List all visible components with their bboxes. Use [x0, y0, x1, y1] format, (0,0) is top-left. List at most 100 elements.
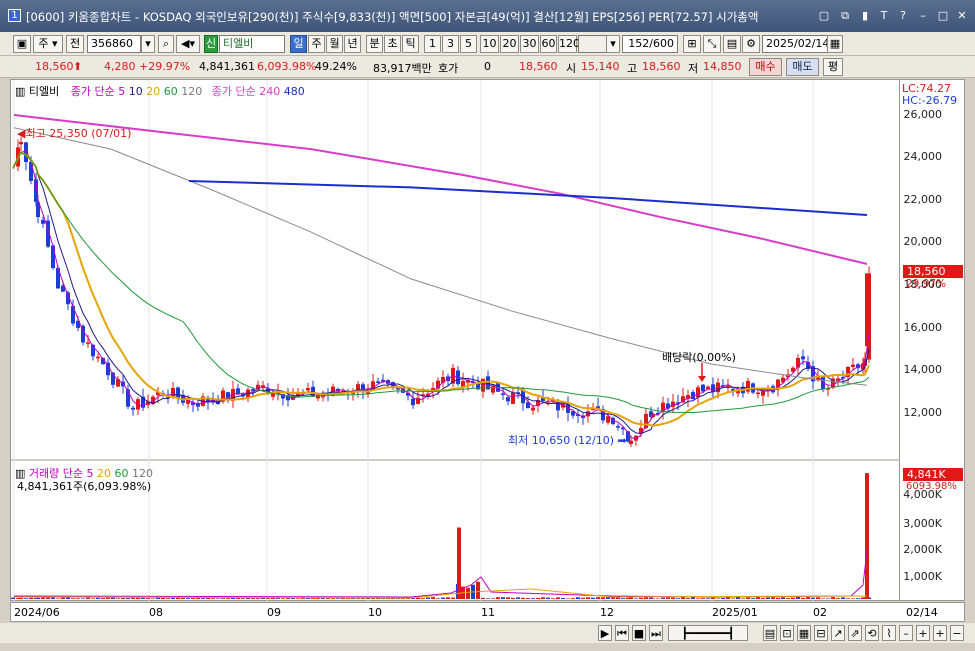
reset-view-icon[interactable]: ⟲ — [865, 625, 879, 641]
volume-bar — [481, 597, 485, 599]
tab-week[interactable]: 주 — [308, 35, 325, 53]
restore-icon[interactable]: ▢ — [817, 9, 831, 23]
stock-name-field: 티엘비 — [219, 35, 285, 53]
candle-body — [756, 392, 760, 395]
volume-bar — [611, 597, 615, 599]
volume-bar — [856, 598, 860, 599]
search-icon[interactable]: ⌕ — [158, 35, 174, 53]
volume-bar — [121, 598, 125, 599]
stock-name-legend: 티엘비 — [28, 85, 60, 98]
layout-icon[interactable]: ▣ — [13, 35, 31, 53]
view-mode-2-icon[interactable]: ⊡ — [780, 625, 794, 641]
candle-body — [236, 388, 240, 394]
pattern-icon[interactable]: ⌇ — [882, 625, 896, 641]
compare-icon[interactable]: ⇗ — [848, 625, 862, 641]
volume-bar — [226, 598, 230, 599]
price-axis[interactable]: LC:74.27 HC:-26.79 26,000 24,000 22,000 20,… — [900, 79, 965, 601]
volume-bar — [581, 597, 585, 599]
volume-bar — [526, 598, 530, 599]
interval-dropdown-icon[interactable]: ▾ — [606, 35, 620, 53]
tab-day[interactable]: 일 — [290, 35, 307, 53]
volume-bar — [816, 597, 820, 599]
ma60-line — [12, 151, 870, 414]
volume-bar — [466, 587, 470, 599]
minimize-icon[interactable]: – — [916, 9, 930, 23]
zoom-tool-icon[interactable]: ⊞ — [683, 35, 701, 53]
chart-settings-icon[interactable]: ▥ — [15, 85, 25, 98]
scroll-last-icon[interactable]: ⏭ — [649, 625, 663, 641]
zoom-out-icon[interactable]: – — [899, 625, 913, 641]
code-dropdown-icon[interactable]: ▾ — [141, 35, 155, 53]
scroll-slider[interactable]: ┣━━━━━━┫ — [668, 625, 748, 641]
close-icon[interactable]: ✕ — [955, 9, 969, 23]
view-mode-1-icon[interactable]: ▤ — [763, 625, 777, 641]
interval-button-10[interactable]: 10 — [480, 35, 499, 53]
interval-button-20[interactable]: 20 — [500, 35, 519, 53]
zoom-out-minus-icon[interactable]: − — [950, 625, 964, 641]
scroll-right-icon[interactable]: ▶ — [598, 625, 612, 641]
date-tick: 09 — [267, 606, 281, 619]
volume-bar — [436, 598, 440, 599]
settings-gear-icon[interactable]: ⚙ — [742, 35, 760, 53]
candle-body — [96, 356, 100, 359]
date-axis: 2024/06 08 09 10 11 12 2025/01 02 02/14 — [10, 602, 965, 622]
interval-button-1[interactable]: 1 — [424, 35, 441, 53]
interval-button-3[interactable]: 3 — [442, 35, 459, 53]
interval-button-120[interactable]: 120 — [558, 35, 580, 53]
help-icon[interactable]: ? — [896, 9, 910, 23]
candle-body — [19, 142, 23, 145]
maximize-icon[interactable]: □ — [936, 9, 950, 23]
sound-icon[interactable]: ◀▾ — [176, 35, 200, 53]
flat-button[interactable]: 평 — [823, 58, 843, 76]
interval-button-30[interactable]: 30 — [520, 35, 539, 53]
volume-bar — [381, 598, 385, 599]
candle-body — [86, 342, 90, 344]
sell-button[interactable]: 매도 — [786, 58, 819, 76]
draw-tool-icon[interactable]: ⤡ — [703, 35, 721, 53]
price-tick: 26,000 — [903, 108, 943, 121]
tab-tick[interactable]: 틱 — [402, 35, 419, 53]
prev-button[interactable]: 전 — [66, 35, 84, 53]
copy-window-icon[interactable]: ⧉ — [838, 9, 852, 23]
tab-minute[interactable]: 분 — [366, 35, 383, 53]
period-select[interactable]: 주 ▾ — [33, 35, 63, 53]
bar-mode-icon[interactable]: ⊟ — [814, 625, 828, 641]
scroll-first-icon[interactable]: ⏮ — [615, 625, 629, 641]
tab-month[interactable]: 월 — [326, 35, 343, 53]
line-mode-icon[interactable]: ↗ — [831, 625, 845, 641]
date-input[interactable]: 2025/02/14 — [762, 35, 829, 53]
zoom-in-plus-icon[interactable]: + — [933, 625, 947, 641]
price-change: 4,280 — [104, 60, 136, 73]
volume-bar — [831, 597, 835, 599]
view-mode-3-icon[interactable]: ▦ — [797, 625, 811, 641]
pin-icon[interactable]: ▮ — [858, 9, 872, 23]
buy-button[interactable]: 매수 — [749, 58, 782, 76]
interval-button-5[interactable]: 5 — [460, 35, 477, 53]
volume-bar — [706, 598, 710, 599]
calendar-icon[interactable]: ▦ — [827, 35, 843, 53]
volume-bar — [166, 598, 170, 599]
volume-bar — [691, 597, 695, 599]
volume-bar — [716, 598, 720, 599]
price-volume-chart[interactable] — [11, 80, 901, 602]
save-icon[interactable]: ▤ — [723, 35, 741, 53]
tool-t-icon[interactable]: T — [877, 9, 891, 23]
date-tick: 2025/01 — [712, 606, 758, 619]
tab-second[interactable]: 초 — [384, 35, 401, 53]
interval-custom-input[interactable] — [578, 35, 608, 53]
date-tick: 10 — [368, 606, 382, 619]
volume-spike — [457, 527, 461, 599]
credit-badge-icon: 신 — [204, 35, 218, 53]
chart-area[interactable]: ▥ 티엘비 종가 단순 5 10 20 60 120 종가 단순 240 480… — [10, 79, 901, 602]
stop-icon[interactable]: ■ — [632, 625, 646, 641]
stock-code-input[interactable]: 356860 — [87, 35, 141, 53]
volume-bar — [796, 597, 800, 599]
price-tick: 22,000 — [903, 193, 943, 206]
volume-bar — [186, 598, 190, 599]
title-bar: 1 [0600] 키움종합차트 - KOSDAQ 외국인보유[290(천)] 주… — [0, 0, 975, 32]
zoom-in-icon[interactable]: + — [916, 625, 930, 641]
bar-count-field[interactable]: 152/600 — [622, 35, 678, 53]
tab-year[interactable]: 년 — [344, 35, 361, 53]
volume-bar — [506, 597, 510, 599]
interval-button-60[interactable]: 60 — [540, 35, 557, 53]
